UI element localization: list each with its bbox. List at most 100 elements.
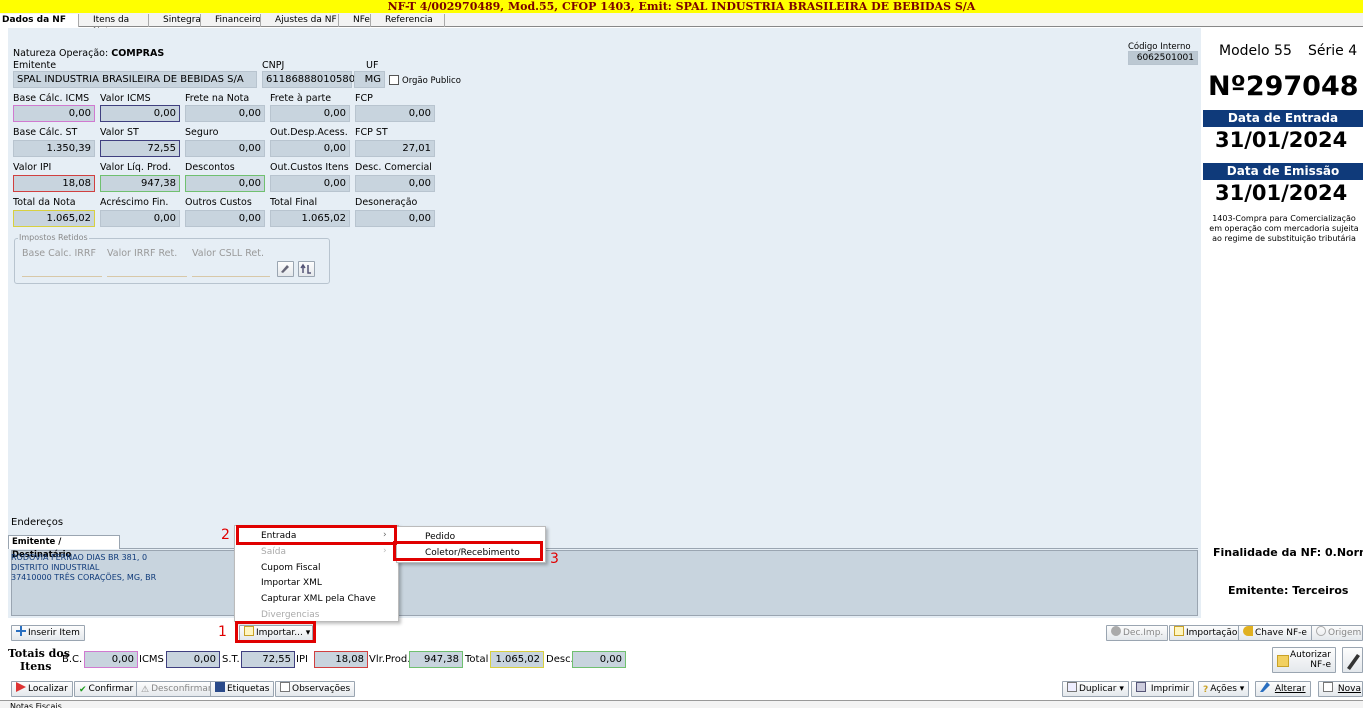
annotation-number-3: 3 — [550, 551, 559, 567]
valor-icms-field[interactable]: 0,00 — [100, 105, 180, 122]
annotation-number-1: 1 — [218, 624, 227, 640]
circle-icon — [1111, 626, 1121, 636]
tab-dados-nf[interactable]: Dados da NF — [0, 14, 78, 27]
fcp-st-field[interactable]: 27,01 — [355, 140, 435, 157]
uf-field[interactable]: MG — [354, 71, 385, 88]
signature-button[interactable] — [1342, 647, 1363, 673]
total-final-field[interactable]: 1.065,02 — [270, 210, 350, 227]
orgao-publico-checkbox[interactable] — [389, 75, 399, 85]
highlight-box-1 — [235, 621, 316, 643]
edit-icon — [1260, 682, 1270, 692]
autorizar-nfe-button[interactable]: Autorizar NF-e — [1272, 647, 1336, 673]
totais-icms-field[interactable]: 0,00 — [166, 651, 220, 668]
bottom-tab-bar — [0, 700, 1363, 708]
address-line-1: RODOVIA FERNAO DIAS BR 381, 0 — [11, 553, 148, 562]
base-calc-st-field[interactable]: 1.350,39 — [13, 140, 95, 157]
acrescimo-field[interactable]: 0,00 — [100, 210, 180, 227]
valor-csll-field[interactable] — [192, 261, 270, 277]
observacoes-button[interactable]: Observações — [275, 681, 356, 697]
impostos-retidos-title: Impostos Retidos — [18, 233, 89, 242]
desoneracao-field[interactable]: 0,00 — [355, 210, 435, 227]
seguro-field[interactable]: 0,00 — [185, 140, 265, 157]
outros-custos-field[interactable]: 0,00 — [185, 210, 265, 227]
acrescimo-label: Acréscimo Fin. — [100, 197, 169, 208]
enderecos-panel — [11, 550, 1198, 616]
base-calc-st-label: Base Cálc. ST — [13, 127, 78, 138]
valor-st-field[interactable]: 72,55 — [100, 140, 180, 157]
tab-sintegra[interactable]: Sintegra — [148, 14, 201, 27]
origem-button[interactable]: Origem — [1311, 625, 1363, 641]
totais-vlr-prod-field[interactable]: 947,38 — [409, 651, 463, 668]
confirmar-button[interactable]: ✔ Confirmar — [74, 681, 139, 697]
cfop-description: 1403-Compra para Comercialização em oper… — [1209, 214, 1359, 243]
totais-ipi-field[interactable]: 18,08 — [314, 651, 368, 668]
desconfirmar-button[interactable]: ⚠ Desconfirmar — [136, 681, 217, 697]
totais-st-field[interactable]: 72,55 — [241, 651, 295, 668]
frete-nota-field[interactable]: 0,00 — [185, 105, 265, 122]
etiquetas-button[interactable]: Etiquetas — [210, 681, 275, 697]
uf-label: UF — [366, 60, 379, 71]
valor-icms-label: Valor ICMS — [100, 93, 151, 104]
duplicar-button[interactable]: Duplicar ▾ — [1062, 681, 1129, 697]
out-desp-field[interactable]: 0,00 — [270, 140, 350, 157]
emitente-field[interactable]: SPAL INDUSTRIA BRASILEIRA DE BEBIDAS S/A — [13, 71, 257, 88]
inserir-item-label: Inserir Item — [28, 628, 80, 638]
address-line-3: 37410000 TRÊS CORAÇÕES, MG, BR — [11, 573, 157, 582]
codigo-interno-field[interactable]: 6062501001 — [1128, 51, 1198, 65]
tab-referencia[interactable]: Referencia — [370, 14, 445, 27]
descontos-field[interactable]: 0,00 — [185, 175, 265, 192]
tab-emitente-destinatario[interactable]: Emitente / Destinatário — [8, 535, 120, 560]
totais-ipi-label: IPI — [296, 654, 308, 665]
totais-desc-field[interactable]: 0,00 — [572, 651, 626, 668]
tab-nfe[interactable]: NFe — [338, 14, 370, 27]
nova-button[interactable]: Nova — [1318, 681, 1363, 697]
menu-item-saida[interactable]: Saída — [261, 547, 286, 557]
total-nota-field[interactable]: 1.065,02 — [13, 210, 95, 227]
frete-parte-field[interactable]: 0,00 — [270, 105, 350, 122]
valor-liq-prod-field[interactable]: 947,38 — [100, 175, 180, 192]
acoes-button[interactable]: ? Ações ▾ — [1198, 681, 1250, 697]
menu-item-divergencias[interactable]: Divergencias — [261, 610, 319, 620]
cnpj-field[interactable]: 61186888010580 — [262, 71, 355, 88]
localizar-button[interactable]: Localizar — [11, 681, 73, 697]
acoes-label: Ações — [1210, 684, 1237, 694]
tab-itens-nota[interactable]: Itens da Nota — [78, 14, 148, 37]
observacoes-label: Observações — [292, 684, 351, 694]
imprimir-button[interactable]: Imprimir — [1131, 681, 1195, 697]
alterar-button[interactable]: Alterar — [1255, 681, 1311, 697]
valor-ipi-field[interactable]: 18,08 — [13, 175, 95, 192]
valor-irrf-field[interactable] — [107, 261, 187, 277]
inserir-item-button[interactable]: Inserir Item — [11, 625, 85, 641]
totais-st-label: S.T. — [222, 654, 240, 665]
fcp-field[interactable]: 0,00 — [355, 105, 435, 122]
tab-notas-fiscais[interactable]: Notas Fiscais — [10, 701, 62, 708]
serie-label: Série 4 — [1308, 43, 1358, 59]
base-calc-icms-field[interactable]: 0,00 — [13, 105, 95, 122]
totais-total-field[interactable]: 1.065,02 — [490, 651, 544, 668]
edit-retidos-button[interactable] — [277, 261, 294, 277]
importacao-button[interactable]: Importação — [1169, 625, 1243, 641]
natureza-label: Natureza Operação: COMPRAS — [13, 48, 165, 59]
chave-nfe-button[interactable]: Chave NF-e — [1238, 625, 1312, 641]
orgao-publico-label: Orgão Publico — [402, 76, 461, 86]
origem-label: Origem — [1328, 628, 1362, 638]
dec-imp-button[interactable]: Dec.Imp. — [1106, 625, 1169, 641]
notes-icon — [280, 682, 290, 692]
menu-item-cupom-fiscal[interactable]: Cupom Fiscal — [261, 563, 321, 573]
tab-ajustes-nf[interactable]: Ajustes da NF — [260, 14, 338, 27]
calc-retidos-button[interactable] — [298, 261, 315, 277]
base-calc-icms-label: Base Cálc. ICMS — [13, 93, 90, 104]
descontos-label: Descontos — [185, 162, 235, 173]
desc-comercial-field[interactable]: 0,00 — [355, 175, 435, 192]
menu-item-capturar-xml[interactable]: Capturar XML pela Chave — [261, 594, 376, 604]
tab-financeiro[interactable]: Financeiro — [200, 14, 261, 27]
base-calc-irrf-label: Base Calc. IRRF — [22, 248, 96, 259]
valor-st-label: Valor ST — [100, 127, 139, 138]
out-custos-field[interactable]: 0,00 — [270, 175, 350, 192]
data-emissao-label: Data de Emissão — [1203, 163, 1363, 180]
base-calc-irrf-field[interactable] — [22, 261, 102, 277]
help-icon: ? — [1203, 685, 1209, 695]
menu-item-importar-xml[interactable]: Importar XML — [261, 578, 322, 588]
totais-bc-field[interactable]: 0,00 — [84, 651, 138, 668]
duplicar-label: Duplicar — [1079, 684, 1117, 694]
